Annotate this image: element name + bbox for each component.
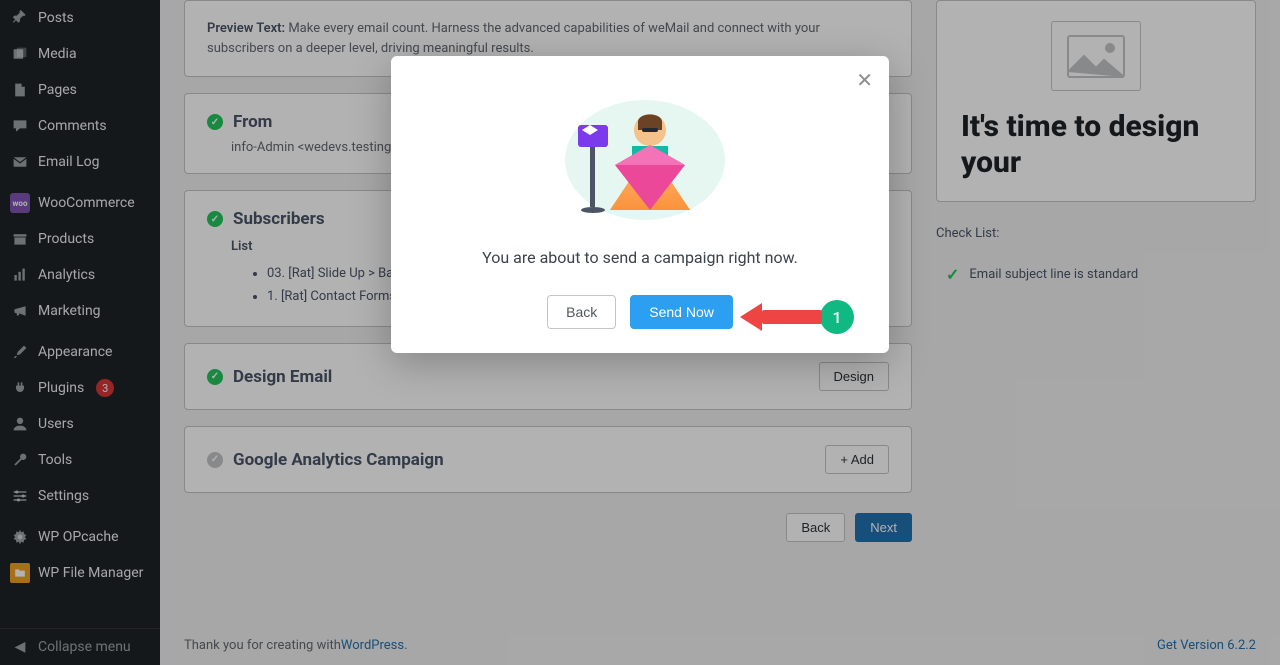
- modal-message: You are about to send a campaign right n…: [415, 248, 865, 267]
- modal-back-button[interactable]: Back: [547, 295, 616, 329]
- send-now-button[interactable]: Send Now: [630, 295, 733, 329]
- send-confirm-modal: ✕ You ar: [391, 56, 889, 353]
- close-icon[interactable]: ✕: [856, 68, 873, 93]
- modal-illustration: [540, 80, 740, 230]
- modal-overlay[interactable]: ✕ You ar: [0, 0, 1280, 665]
